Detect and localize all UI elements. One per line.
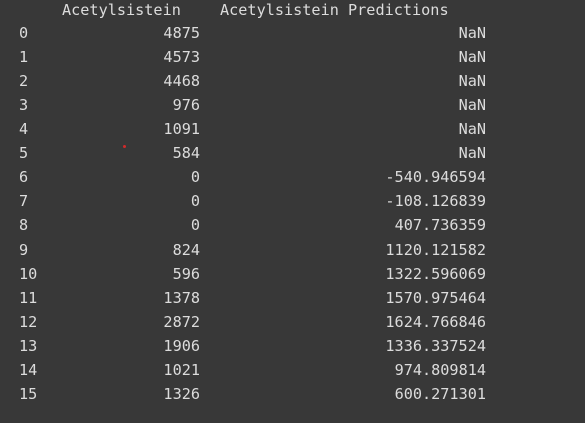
prediction-value: 974.809814 (394, 361, 486, 379)
row-index: 8 (19, 216, 29, 235)
prediction-value: NaN (458, 95, 486, 114)
prediction-value: 1624.766846 (385, 312, 486, 331)
prediction-value: 600.271301 (394, 385, 486, 404)
prediction-value: 1570.975464 (385, 288, 486, 307)
row-index: 5 (19, 144, 29, 163)
prediction-value: NaN (458, 23, 486, 42)
table-row: 0 4875 NaN (0, 21, 585, 45)
prediction-value: 1336.337524 (385, 336, 486, 355)
prediction-value: NaN (458, 120, 486, 138)
table-row: 13 1906 1336.337524 (0, 334, 585, 358)
table-row: 5 584 NaN (0, 141, 585, 165)
prediction-value: NaN (458, 144, 486, 163)
prediction-value: 407.736359 (394, 216, 486, 235)
table-row: 11 1378 1570.975464 (0, 286, 585, 310)
prediction-value: NaN (458, 71, 486, 90)
acetylsistein-value: 584 (172, 144, 200, 163)
table-row: 3 976 NaN (0, 93, 585, 117)
row-index: 7 (19, 192, 29, 211)
acetylsistein-value: 1906 (163, 336, 200, 355)
table-row: 10 596 1322.596069 (0, 262, 585, 286)
row-index: 0 (19, 23, 29, 42)
table-row: 4 1091 NaN (0, 117, 585, 141)
acetylsistein-value: 4875 (163, 23, 200, 42)
acetylsistein-value: 0 (190, 216, 200, 235)
acetylsistein-value: 2872 (163, 312, 200, 331)
acetylsistein-value: 596 (172, 264, 200, 283)
row-index: 1 (19, 47, 29, 66)
table-row: 1 4573 NaN (0, 45, 585, 69)
table-row: 14 1021 974.809814 (0, 358, 585, 382)
acetylsistein-value: 1326 (163, 385, 200, 404)
table-row: 15 1326 600.271301 (0, 382, 585, 406)
table-header-row: Acetylsistein Acetylsistein Predictions (0, 0, 585, 22)
table-row: 12 2872 1624.766846 (0, 310, 585, 334)
acetylsistein-value: 0 (190, 168, 200, 187)
row-index: 14 (19, 361, 38, 379)
table-row: 2 4468 NaN (0, 69, 585, 93)
row-index: 13 (19, 336, 38, 355)
red-marker-dot (123, 145, 126, 148)
dataframe-output: Acetylsistein Acetylsistein Predictions … (0, 0, 585, 423)
row-index: 2 (19, 71, 29, 90)
prediction-value: 1322.596069 (385, 264, 486, 283)
row-index: 10 (19, 264, 38, 283)
predictions-column-header: Acetylsistein Predictions (220, 1, 449, 19)
row-index: 15 (19, 385, 38, 404)
acetylsistein-value: 4468 (163, 71, 200, 90)
acetylsistein-column-header: Acetylsistein (62, 1, 181, 19)
row-index: 9 (19, 240, 29, 259)
acetylsistein-value: 824 (172, 240, 200, 259)
index-header (19, 0, 59, 22)
row-index: 6 (19, 168, 29, 187)
prediction-value: -540.946594 (385, 168, 486, 187)
table-row: 7 0 -108.126839 (0, 189, 585, 213)
row-index: 3 (19, 95, 29, 114)
acetylsistein-value: 1378 (163, 288, 200, 307)
table-row: 9 824 1120.121582 (0, 238, 585, 262)
prediction-value: NaN (458, 47, 486, 66)
acetylsistein-value: 976 (172, 95, 200, 114)
acetylsistein-value: 1021 (163, 361, 200, 379)
row-index: 12 (19, 312, 38, 331)
acetylsistein-value: 1091 (163, 120, 200, 138)
prediction-value: -108.126839 (385, 192, 486, 211)
acetylsistein-value: 4573 (163, 47, 200, 66)
table-row: 6 0 -540.946594 (0, 165, 585, 189)
prediction-value: 1120.121582 (385, 240, 486, 259)
table-row: 8 0 407.736359 (0, 213, 585, 237)
acetylsistein-value: 0 (190, 192, 200, 211)
row-index: 4 (19, 120, 29, 138)
row-index: 11 (19, 288, 38, 307)
